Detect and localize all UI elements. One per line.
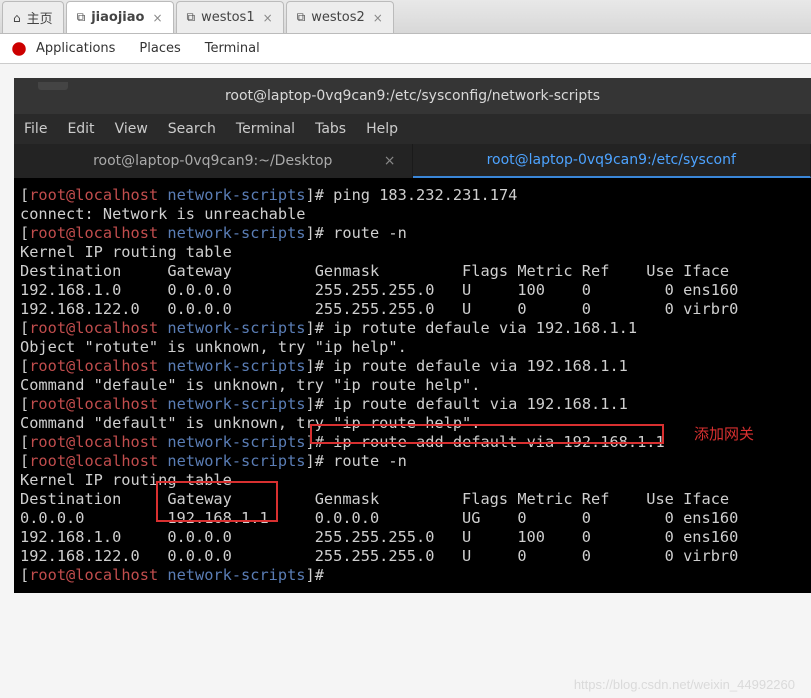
terminal-line: [root@localhost network-scripts]# ping 1… [20,186,805,205]
tab-label: westos2 [311,10,365,25]
terminal-tab-strip: root@laptop-0vq9can9:~/Desktop × root@la… [14,144,811,178]
annotation-text: 添加网关 [694,425,754,444]
terminal-line: [root@localhost network-scripts]# route … [20,452,805,471]
window-icon: ⧉ [297,10,306,25]
applications-menu[interactable]: Applications [36,41,115,56]
watermark-text: https://blog.csdn.net/weixin_44992260 [574,677,795,692]
terminal-line: [root@localhost network-scripts]# ip rou… [20,433,805,452]
window-title: root@laptop-0vq9can9:/etc/sysconfig/netw… [225,88,600,104]
close-icon[interactable]: × [263,11,273,25]
menu-search[interactable]: Search [168,121,216,137]
menu-tabs[interactable]: Tabs [315,121,346,137]
tab-label: westos1 [201,10,255,25]
terminal-window: root@laptop-0vq9can9:/etc/sysconfig/netw… [14,78,811,593]
terminal-line: connect: Network is unreachable [20,205,805,224]
terminal-line: 192.168.122.0 0.0.0.0 255.255.255.0 U 0 … [20,547,805,566]
close-icon[interactable]: × [384,153,396,169]
browser-tab-strip: ⌂ 主页 ⧉ jiaojiao × ⧉ westos1 × ⧉ westos2 … [0,0,811,34]
window-stub [38,82,68,90]
menu-edit[interactable]: Edit [67,121,94,137]
terminal-line: Destination Gateway Genmask Flags Metric… [20,262,805,281]
terminal-line: Destination Gateway Genmask Flags Metric… [20,490,805,509]
terminal-line: Command "default" is unknown, try "ip ro… [20,414,805,433]
gnome-top-bar: Applications Places Terminal [0,34,811,64]
redhat-icon [10,40,28,58]
menu-help[interactable]: Help [366,121,398,137]
terminal-line: [root@localhost network-scripts]# ip rou… [20,357,805,376]
terminal-tab-sysconfig[interactable]: root@laptop-0vq9can9:/etc/sysconf [413,144,811,178]
terminal-line: Command "defaule" is unknown, try "ip ro… [20,376,805,395]
home-icon: ⌂ [13,11,21,25]
terminal-line: Object "rotute" is unknown, try "ip help… [20,338,805,357]
terminal-line: 192.168.1.0 0.0.0.0 255.255.255.0 U 100 … [20,528,805,547]
terminal-menu[interactable]: Terminal [205,41,260,56]
browser-tab-westos1[interactable]: ⧉ westos1 × [176,1,284,33]
terminal-line: [root@localhost network-scripts]# ip rot… [20,319,805,338]
terminal-menubar: File Edit View Search Terminal Tabs Help [14,114,811,144]
places-menu[interactable]: Places [139,41,180,56]
menu-view[interactable]: View [115,121,148,137]
menu-file[interactable]: File [24,121,47,137]
tab-label: root@laptop-0vq9can9:~/Desktop [93,153,332,169]
terminal-line: 192.168.1.0 0.0.0.0 255.255.255.0 U 100 … [20,281,805,300]
terminal-line: 0.0.0.0 192.168.1.1 0.0.0.0 UG 0 0 0 ens… [20,509,805,528]
close-icon[interactable]: × [152,11,162,25]
tab-label: jiaojiao [91,10,144,25]
close-icon[interactable]: × [373,11,383,25]
tab-label: root@laptop-0vq9can9:/etc/sysconf [487,152,736,168]
terminal-line: [root@localhost network-scripts]# route … [20,224,805,243]
terminal-line: Kernel IP routing table [20,471,805,490]
window-icon: ⧉ [187,10,196,25]
terminal-output[interactable]: [root@localhost network-scripts]# ping 1… [14,178,811,593]
tab-label: 主页 [27,8,53,27]
terminal-line: Kernel IP routing table [20,243,805,262]
terminal-line: 192.168.122.0 0.0.0.0 255.255.255.0 U 0 … [20,300,805,319]
window-titlebar[interactable]: root@laptop-0vq9can9:/etc/sysconfig/netw… [14,78,811,114]
browser-tab-home[interactable]: ⌂ 主页 [2,1,64,33]
terminal-tab-desktop[interactable]: root@laptop-0vq9can9:~/Desktop × [14,144,413,178]
browser-tab-jiaojiao[interactable]: ⧉ jiaojiao × [66,1,174,33]
window-icon: ⧉ [77,10,86,25]
terminal-line: [root@localhost network-scripts]# ip rou… [20,395,805,414]
menu-terminal[interactable]: Terminal [236,121,295,137]
terminal-line: [root@localhost network-scripts]# [20,566,805,585]
browser-tab-westos2[interactable]: ⧉ westos2 × [286,1,394,33]
